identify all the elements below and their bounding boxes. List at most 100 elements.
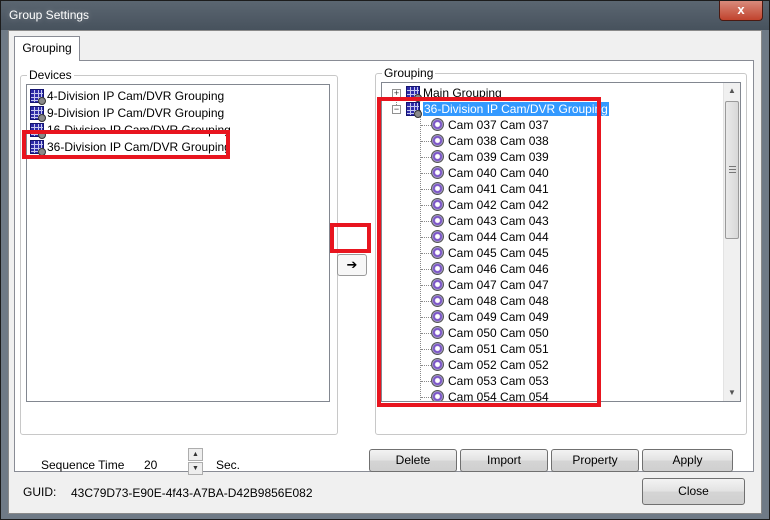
device-item-label: 36-Division IP Cam/DVR Grouping (47, 140, 231, 154)
tree-item-main-grouping[interactable]: Main Grouping (406, 85, 502, 102)
tree-line (421, 365, 431, 366)
sequence-up-icon[interactable]: ▲ (188, 448, 203, 461)
device-item-16-division[interactable]: 16-Division IP Cam/DVR Grouping (30, 122, 231, 139)
devices-list[interactable]: 4-Division IP Cam/DVR Grouping 9-Divisio… (26, 84, 330, 402)
tree-line (421, 221, 431, 222)
tree-line (421, 381, 431, 382)
tree-line (421, 333, 431, 334)
add-to-group-button[interactable]: ➔ (337, 254, 367, 276)
device-group-icon (30, 89, 46, 105)
group-settings-window: Group Settings x Grouping Devices 4-Divi… (0, 0, 770, 520)
tree-item-camera[interactable]: Cam 041 Cam 041 (431, 181, 549, 197)
device-item-label: 9-Division IP Cam/DVR Grouping (47, 106, 225, 120)
tree-item-camera[interactable]: Cam 040 Cam 040 (431, 165, 549, 181)
window-close-icon[interactable]: x (719, 1, 763, 21)
camera-label: Cam 044 Cam 044 (448, 230, 549, 244)
sequence-time-label: Sequence Time (41, 458, 125, 472)
grouping-tab-panel: Devices 4-Division IP Cam/DVR Grouping 9… (14, 60, 754, 475)
scroll-up-icon[interactable]: ▲ (724, 83, 740, 99)
camera-label: Cam 047 Cam 047 (448, 278, 549, 292)
property-button[interactable]: Property (551, 449, 639, 472)
scroll-grip-icon (729, 166, 736, 173)
tree-line (421, 237, 431, 238)
camera-icon (431, 358, 444, 371)
title-bar[interactable]: Group Settings x (1, 1, 769, 30)
tree-line (421, 349, 431, 350)
grouping-tree[interactable]: + Main Grouping − 36-Division IP Cam/DVR… (381, 82, 741, 402)
tree-line (421, 397, 431, 398)
camera-label: Cam 048 Cam 048 (448, 294, 549, 308)
grouping-tree-scrollbar[interactable]: ▲ ▼ (723, 83, 740, 401)
tree-item-camera[interactable]: Cam 049 Cam 049 (431, 309, 549, 325)
camera-label: Cam 046 Cam 046 (448, 262, 549, 276)
tree-item-camera[interactable]: Cam 045 Cam 045 (431, 245, 549, 261)
camera-label: Cam 039 Cam 039 (448, 150, 549, 164)
tree-line (421, 301, 431, 302)
device-item-label: 4-Division IP Cam/DVR Grouping (47, 89, 225, 103)
tree-item-36-division[interactable]: 36-Division IP Cam/DVR Grouping (406, 101, 609, 118)
camera-icon (431, 246, 444, 259)
apply-button[interactable]: Apply (642, 449, 733, 472)
window-title: Group Settings (9, 8, 90, 22)
camera-icon (431, 342, 444, 355)
grouping-groupbox: Grouping + Main Grouping − 36-Division I… (375, 66, 747, 435)
tree-item-camera[interactable]: Cam 048 Cam 048 (431, 293, 549, 309)
sequence-time-value[interactable]: 20 (144, 458, 157, 472)
tree-line (420, 110, 421, 400)
tree-line (421, 125, 431, 126)
scroll-down-icon[interactable]: ▼ (724, 385, 740, 401)
device-group-icon (30, 106, 46, 122)
guid-label: GUID: (23, 485, 57, 499)
sequence-unit: Sec. (216, 458, 241, 472)
camera-label: Cam 045 Cam 045 (448, 246, 549, 260)
camera-icon (431, 214, 444, 227)
guid-value: 43C79D73-E90E-4f43-A7BA-D42B9856E082 (71, 486, 313, 500)
expand-main-grouping-icon[interactable]: + (392, 89, 401, 98)
tree-item-camera[interactable]: Cam 054 Cam 054 (431, 389, 549, 402)
close-button[interactable]: Close (642, 478, 745, 505)
device-group-icon (406, 86, 422, 102)
tree-line (421, 141, 431, 142)
camera-icon (431, 166, 444, 179)
tree-item-label: Main Grouping (423, 86, 502, 100)
camera-label: Cam 054 Cam 054 (448, 390, 549, 402)
tree-item-camera[interactable]: Cam 046 Cam 046 (431, 261, 549, 277)
tree-item-camera[interactable]: Cam 052 Cam 052 (431, 357, 549, 373)
tree-item-camera[interactable]: Cam 047 Cam 047 (431, 277, 549, 293)
sequence-down-icon[interactable]: ▼ (188, 462, 203, 475)
tree-line (421, 285, 431, 286)
camera-icon (431, 310, 444, 323)
tree-line (421, 253, 431, 254)
device-item-9-division[interactable]: 9-Division IP Cam/DVR Grouping (30, 105, 225, 122)
dialog-client-area: Grouping Devices 4-Division IP Cam/DVR G… (8, 30, 762, 514)
tree-item-camera[interactable]: Cam 051 Cam 051 (431, 341, 549, 357)
camera-label: Cam 040 Cam 040 (448, 166, 549, 180)
device-item-4-division[interactable]: 4-Division IP Cam/DVR Grouping (30, 88, 225, 105)
tree-item-camera[interactable]: Cam 053 Cam 053 (431, 373, 549, 389)
tree-item-camera[interactable]: Cam 037 Cam 037 (431, 117, 549, 133)
camera-icon (431, 134, 444, 147)
device-item-36-division[interactable]: 36-Division IP Cam/DVR Grouping (30, 139, 231, 156)
camera-icon (431, 198, 444, 211)
delete-button[interactable]: Delete (369, 449, 457, 472)
camera-label: Cam 050 Cam 050 (448, 326, 549, 340)
tree-item-camera[interactable]: Cam 039 Cam 039 (431, 149, 549, 165)
device-group-icon (406, 102, 422, 118)
tree-item-camera[interactable]: Cam 042 Cam 042 (431, 197, 549, 213)
tree-item-camera[interactable]: Cam 043 Cam 043 (431, 213, 549, 229)
tree-item-label-selected: 36-Division IP Cam/DVR Grouping (423, 102, 609, 116)
import-button[interactable]: Import (460, 449, 548, 472)
device-item-label: 16-Division IP Cam/DVR Grouping (47, 123, 231, 137)
camera-icon (431, 278, 444, 291)
collapse-36-division-icon[interactable]: − (392, 105, 401, 114)
tree-item-camera[interactable]: Cam 050 Cam 050 (431, 325, 549, 341)
tree-line (421, 269, 431, 270)
devices-groupbox: Devices 4-Division IP Cam/DVR Grouping 9… (20, 68, 338, 435)
tree-item-camera[interactable]: Cam 044 Cam 044 (431, 229, 549, 245)
camera-icon (431, 390, 444, 401)
tree-item-camera[interactable]: Cam 038 Cam 038 (431, 133, 549, 149)
tree-line (421, 173, 431, 174)
tab-grouping[interactable]: Grouping (14, 36, 80, 61)
device-group-icon (30, 140, 46, 156)
scroll-thumb[interactable] (725, 101, 739, 239)
